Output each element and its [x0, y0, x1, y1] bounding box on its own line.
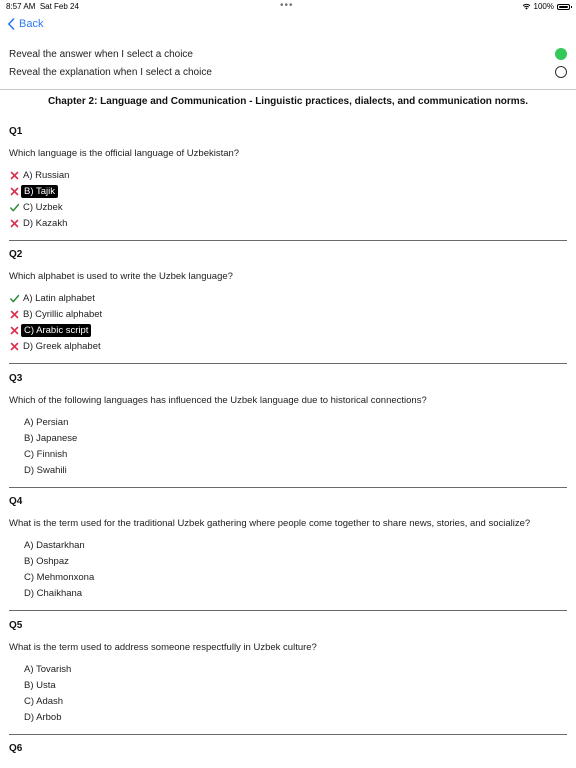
option-label: A) Latin alphabet [23, 292, 95, 304]
question-divider [9, 363, 567, 364]
option-label: C) Uzbek [23, 201, 63, 213]
answer-option[interactable]: A) Russian [9, 168, 71, 182]
answer-option[interactable]: B) Oshpaz [9, 554, 71, 568]
option-label: B) Usta [24, 679, 56, 691]
selected-option-label: B) Tajik [21, 184, 58, 198]
option-label: B) Cyrillic alphabet [23, 308, 103, 320]
status-date: Sat Feb 24 [39, 2, 79, 11]
question-text: Which language is the official language … [9, 148, 240, 159]
question-number: Q3 [9, 373, 23, 384]
option-spacer [9, 540, 21, 551]
option-label: C) Finnish [24, 448, 68, 460]
question-number: Q6 [9, 743, 23, 754]
question-text: What is the term used to address someone… [9, 642, 317, 653]
option-spacer [9, 572, 21, 583]
option-label: D) Greek alphabet [23, 340, 101, 352]
chevron-left-icon [8, 18, 15, 30]
question-number: Q1 [9, 126, 23, 137]
answer-option[interactable]: B) Japanese [9, 431, 79, 445]
option-spacer [9, 696, 21, 707]
option-spacer [9, 680, 21, 691]
question-number: Q4 [9, 496, 23, 507]
status-clock: 8:57 AM [6, 2, 36, 11]
answer-option[interactable]: C) Uzbek [9, 200, 65, 214]
option-spacer [9, 712, 21, 723]
reveal-explanation-toggle[interactable] [555, 66, 567, 78]
battery-percent: 100% [533, 2, 554, 11]
battery-icon [557, 3, 572, 10]
reveal-answer-label: Reveal the answer when I select a choice [9, 49, 193, 60]
answer-option[interactable]: C) Arabic script [9, 323, 92, 337]
question-divider [9, 734, 567, 735]
option-label: D) Chaikhana [24, 587, 83, 599]
option-label: D) Swahili [24, 464, 67, 476]
option-label: A) Persian [24, 416, 69, 428]
chapter-title: Chapter 2: Language and Communication - … [47, 96, 529, 107]
selected-option-label: C) Arabic script [21, 323, 92, 337]
back-label: Back [19, 18, 44, 30]
x-mark-icon [9, 170, 20, 181]
reveal-answer-row[interactable]: Reveal the answer when I select a choice [9, 48, 567, 62]
option-label: D) Arbob [24, 711, 62, 723]
option-label: B) Oshpaz [24, 555, 69, 567]
question-text: Which of the following languages has inf… [9, 395, 427, 406]
answer-option[interactable]: C) Adash [9, 694, 65, 708]
option-label: A) Russian [23, 169, 70, 181]
option-spacer [9, 664, 21, 675]
question-text: What is the term used for the traditiona… [9, 518, 531, 529]
checkmark-icon [9, 293, 20, 304]
header-divider [0, 89, 576, 90]
option-spacer [9, 433, 21, 444]
answer-option[interactable]: B) Usta [9, 678, 58, 692]
option-label: A) Tovarish [24, 663, 72, 675]
option-label: A) Dastarkhan [24, 539, 85, 551]
multitasking-dots[interactable]: ••• [280, 0, 294, 11]
answer-option[interactable]: C) Finnish [9, 447, 69, 461]
option-spacer [9, 556, 21, 567]
back-button[interactable]: Back [7, 18, 43, 30]
answer-option[interactable]: A) Dastarkhan [9, 538, 87, 552]
option-label: C) Mehmonxona [24, 571, 95, 583]
answer-option[interactable]: A) Persian [9, 415, 70, 429]
status-bar: 8:57 AM Sat Feb 24 ••• 100% [0, 0, 576, 12]
answer-option[interactable]: A) Tovarish [9, 662, 73, 676]
x-mark-icon [9, 325, 20, 336]
answer-option[interactable]: C) Mehmonxona [9, 570, 96, 584]
question-divider [9, 240, 567, 241]
answer-option[interactable]: D) Swahili [9, 463, 69, 477]
question-text: Which alphabet is used to write the Uzbe… [9, 271, 233, 282]
x-mark-icon [9, 218, 20, 229]
answer-option[interactable]: B) Tajik [9, 184, 58, 198]
question-number: Q2 [9, 249, 23, 260]
answer-option[interactable]: B) Cyrillic alphabet [9, 307, 104, 321]
status-indicators: 100% [522, 2, 572, 11]
answer-option[interactable]: D) Kazakh [9, 216, 69, 230]
answer-option[interactable]: D) Chaikhana [9, 586, 84, 600]
x-mark-icon [9, 186, 20, 197]
option-spacer [9, 465, 21, 476]
x-mark-icon [9, 341, 20, 352]
reveal-answer-toggle[interactable] [555, 48, 567, 60]
wifi-icon [522, 3, 530, 10]
option-label: D) Kazakh [23, 217, 68, 229]
option-spacer [9, 588, 21, 599]
option-label: B) Japanese [24, 432, 78, 444]
option-label: C) Adash [24, 695, 64, 707]
answer-option[interactable]: D) Arbob [9, 710, 64, 724]
option-spacer [9, 449, 21, 460]
reveal-explanation-label: Reveal the explanation when I select a c… [9, 67, 212, 78]
question-divider [9, 487, 567, 488]
x-mark-icon [9, 309, 20, 320]
answer-option[interactable]: D) Greek alphabet [9, 339, 103, 353]
answer-option[interactable]: A) Latin alphabet [9, 291, 97, 305]
question-number: Q5 [9, 620, 23, 631]
checkmark-icon [9, 202, 20, 213]
option-spacer [9, 417, 21, 428]
question-divider [9, 610, 567, 611]
status-time: 8:57 AM Sat Feb 24 [6, 2, 79, 11]
reveal-explanation-row[interactable]: Reveal the explanation when I select a c… [9, 66, 567, 80]
